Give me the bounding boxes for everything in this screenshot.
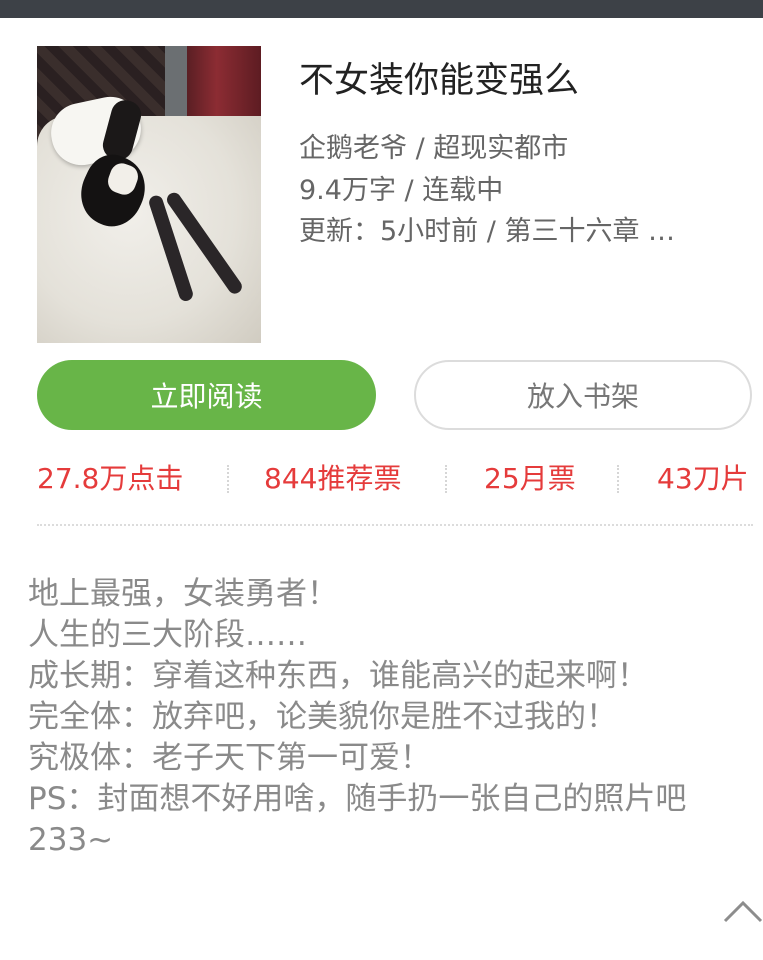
book-word-count-status: 9.4万字 / 连载中	[299, 175, 504, 206]
book-title: 不女装你能变强么	[299, 61, 580, 101]
read-now-button[interactable]: 立即阅读	[37, 360, 376, 430]
stat-divider	[617, 465, 619, 493]
stat-clicks: 27.8万点击	[37, 462, 184, 495]
description-line: PS：封面想不好用啥，随手扔一张自己的照片吧233~	[28, 781, 687, 858]
description-line: 究极体：老子天下第一可爱！	[28, 740, 431, 776]
book-cover-image[interactable]	[37, 46, 261, 343]
description-line: 地上最强，女装勇者！	[28, 576, 338, 612]
book-author-genre[interactable]: 企鹅老爷 / 超现实都市	[299, 126, 568, 165]
description-line: 人生的三大阶段……	[28, 617, 307, 653]
book-latest-update[interactable]: 更新：5小时前 / 第三十六章 …	[299, 209, 675, 248]
add-to-shelf-button[interactable]: 放入书架	[414, 360, 752, 430]
chevron-up-icon[interactable]	[722, 898, 763, 924]
status-bar	[0, 0, 763, 18]
description-line: 完全体：放弃吧，论美貌你是胜不过我的！	[28, 699, 617, 735]
stat-divider	[227, 465, 229, 493]
section-divider	[37, 524, 753, 526]
stat-monthly-votes: 25月票	[484, 462, 576, 495]
book-stats-row: 27.8万点击 844推荐票 25月票 43刀片	[37, 455, 753, 503]
book-description: 地上最强，女装勇者！ 人生的三大阶段…… 成长期：穿着这种东西，谁能高兴的起来啊…	[28, 574, 748, 861]
stat-recommend-votes: 844推荐票	[264, 462, 402, 495]
stat-divider	[445, 465, 447, 493]
description-line: 成长期：穿着这种东西，谁能高兴的起来啊！	[28, 658, 648, 694]
stat-blades: 43刀片	[657, 462, 749, 495]
